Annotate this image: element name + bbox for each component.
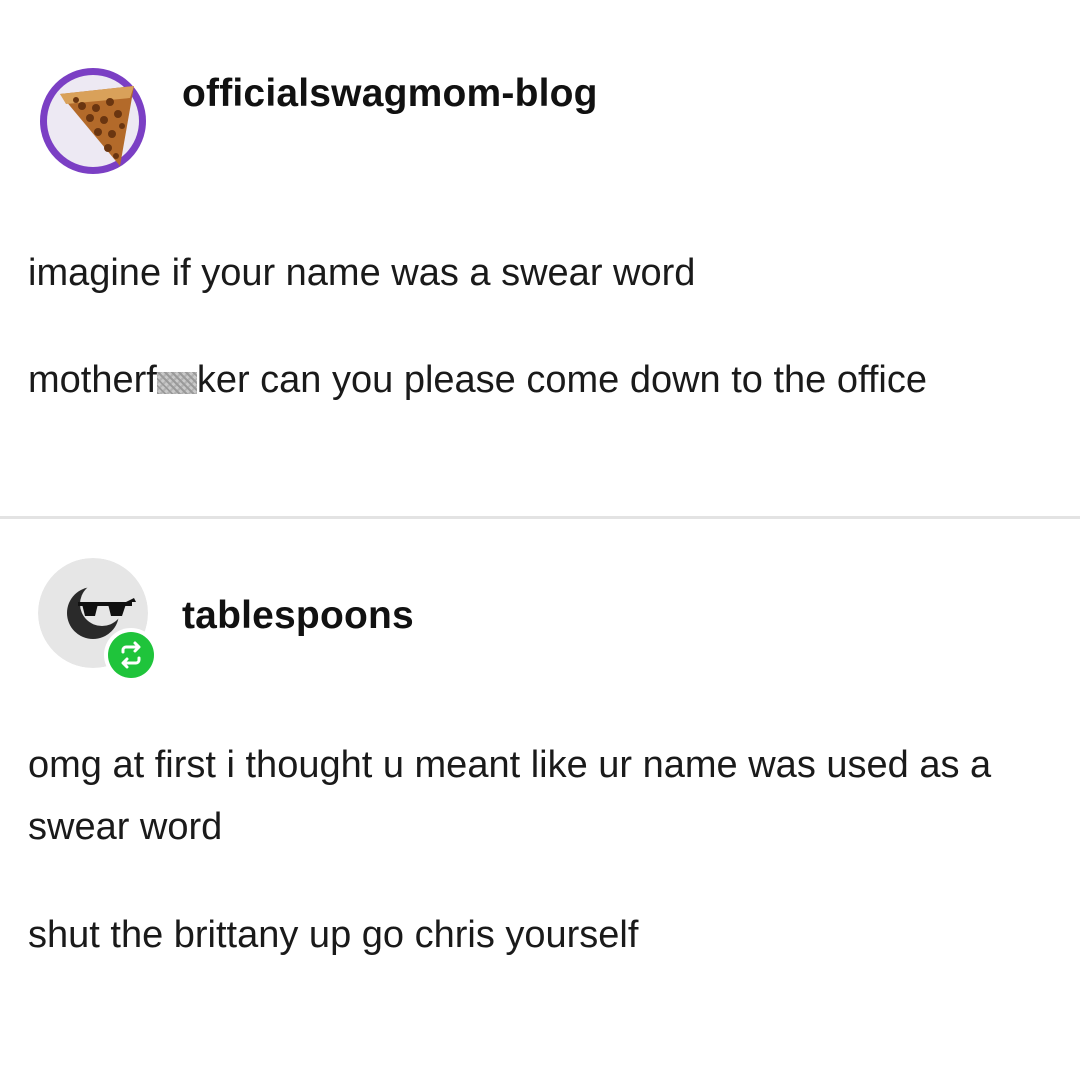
post-text: omg at first i thought u meant like ur n… — [28, 744, 992, 848]
post-text: shut the brittany up go chris yourself — [28, 914, 639, 956]
post-text: motherf ker can you please come down to t… — [28, 349, 1028, 411]
reblog-icon — [121, 641, 141, 669]
post-officialswagmom-blog: officialswagmom-blog imagine if your nam… — [0, 0, 1080, 518]
username[interactable]: tablespoons — [182, 594, 414, 638]
censor-blur — [156, 372, 197, 394]
avatar-group[interactable] — [38, 558, 162, 682]
post-text-part: motherf — [28, 359, 157, 401]
reblog-badge — [104, 628, 158, 682]
post-tablespoons: tablespoons omg at first i thought u mea… — [0, 520, 1080, 1080]
post-text: imagine if your name was a swear word — [28, 252, 696, 294]
pie-slice-icon — [40, 68, 146, 174]
avatar[interactable] — [38, 66, 148, 176]
post-divider — [0, 516, 1080, 519]
post-text-part: ker can you please come down to the offi… — [196, 359, 928, 401]
username[interactable]: officialswagmom-blog — [182, 72, 598, 116]
